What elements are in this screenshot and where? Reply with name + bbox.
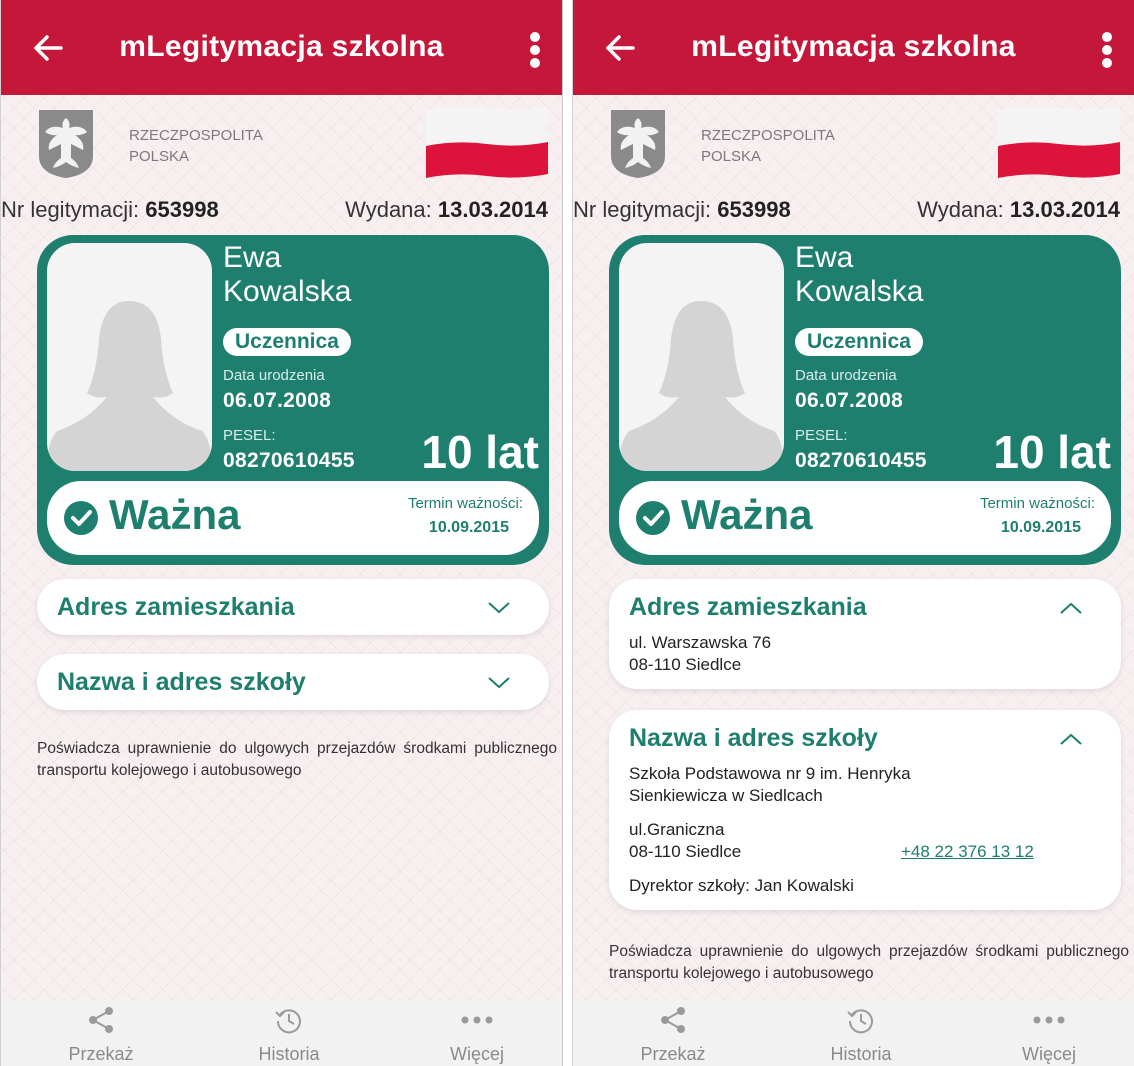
birth-date-value: 06.07.2008 (223, 389, 332, 412)
screen-collapsed: mLegitymacja szkolna RZECZPOSPOLITA POLS… (0, 0, 563, 1066)
validity-status: Ważna (109, 491, 241, 538)
validity-panel: Ważna Termin ważności: 10.09.2015 (619, 481, 1111, 555)
expiry-value: 10.09.2015 (428, 519, 509, 536)
entitlement-note: Poświadcza uprawnienie do ulgowych przej… (609, 943, 1129, 982)
share-icon (661, 1007, 685, 1033)
age-value: 10 lat (993, 426, 1111, 478)
bottom-nav: Przekaż Historia Więcej (573, 1000, 1134, 1066)
screen-expanded: mLegitymacja szkolna RZECZPOSPOLITA POLS… (572, 0, 1134, 1066)
address-accordion[interactable]: Adres zamieszkania ul. Warszawska 76 08-… (609, 579, 1121, 689)
school-city: 08-110 Siedlce (629, 842, 742, 861)
age-value: 10 lat (421, 426, 539, 478)
poland-flag-icon (426, 106, 548, 178)
school-director: Dyrektor szkoły: Jan Kowalski (629, 876, 854, 895)
country-name: RZECZPOSPOLITA POLSKA (129, 127, 263, 165)
nav-history[interactable]: Historia (229, 1006, 349, 1065)
entitlement-note: Poświadcza uprawnienie do ulgowych przej… (37, 740, 557, 779)
birth-date-label: Data urodzenia (795, 367, 897, 384)
school-phone-link[interactable]: +48 22 376 13 12 (901, 842, 1034, 862)
poland-flag-icon (998, 106, 1120, 178)
student-name: Ewa Kowalska (795, 241, 924, 308)
nav-share[interactable]: Przekaż (613, 1006, 733, 1065)
pesel-label: PESEL: (223, 427, 276, 444)
eagle-emblem-icon (39, 110, 93, 178)
school-accordion[interactable]: Nazwa i adres szkoły Szkoła Podstawowa n… (609, 710, 1121, 910)
id-card: Ewa Kowalska Uczennica Data urodzenia 06… (609, 235, 1121, 565)
nav-more[interactable]: Więcej (417, 1006, 537, 1065)
more-dots-icon (1033, 1016, 1065, 1024)
address-street: ul. Warszawska 76 (629, 633, 772, 652)
address-city: 08-110 Siedlce (629, 655, 742, 674)
screen-divider (563, 0, 572, 1066)
app-bar: mLegitymacja szkolna (1, 0, 562, 95)
school-name-line2: Sienkiewicza w Siedlcach (629, 786, 823, 805)
school-title: Nazwa i adres szkoły (629, 724, 878, 752)
student-photo (47, 243, 212, 471)
address-title: Adres zamieszkania (57, 593, 295, 621)
eagle-emblem-icon (611, 110, 665, 178)
chevron-down-icon[interactable] (487, 601, 511, 615)
id-number: Nr legitymacji: 653998 (1, 197, 219, 222)
validity-status: Ważna (681, 491, 813, 538)
share-icon (89, 1007, 113, 1033)
pesel-label: PESEL: (795, 427, 848, 444)
pesel-value: 08270610455 (223, 449, 355, 472)
check-circle-icon (64, 501, 98, 535)
student-name: Ewa Kowalska (223, 241, 352, 308)
role-badge: Uczennica (223, 328, 351, 356)
history-icon (275, 1009, 301, 1034)
app-title: mLegitymacja szkolna (691, 30, 1016, 63)
role-badge: Uczennica (795, 328, 923, 356)
nav-history[interactable]: Historia (801, 1006, 921, 1065)
chevron-up-icon[interactable] (1059, 732, 1083, 746)
country-name: RZECZPOSPOLITA POLSKA (701, 127, 835, 165)
birth-date-label: Data urodzenia (223, 367, 325, 384)
expiry-label: Termin ważności: (979, 495, 1095, 512)
app-title: mLegitymacja szkolna (119, 30, 444, 63)
validity-panel: Ważna Termin ważności: 10.09.2015 (47, 481, 539, 555)
kebab-menu-icon[interactable] (1094, 30, 1120, 70)
id-number: Nr legitymacji: 653998 (573, 197, 791, 222)
nav-share[interactable]: Przekaż (41, 1006, 161, 1065)
expiry-value: 10.09.2015 (1000, 519, 1081, 536)
chevron-down-icon[interactable] (487, 676, 511, 690)
check-circle-icon (636, 501, 670, 535)
history-icon (847, 1009, 873, 1034)
pesel-value: 08270610455 (795, 449, 927, 472)
birth-date-value: 06.07.2008 (795, 389, 904, 412)
person-silhouette-icon (47, 301, 212, 471)
expiry-label: Termin ważności: (407, 495, 523, 512)
kebab-menu-icon[interactable] (522, 30, 548, 70)
chevron-up-icon[interactable] (1059, 601, 1083, 615)
bottom-nav: Przekaż Historia Więcej (1, 1000, 562, 1066)
issue-date: Wydana: 13.03.2014 (345, 197, 548, 222)
issue-date: Wydana: 13.03.2014 (917, 197, 1120, 222)
school-name-line1: Szkoła Podstawowa nr 9 im. Henryka (629, 764, 911, 783)
app-bar: mLegitymacja szkolna (573, 0, 1134, 95)
id-card: Ewa Kowalska Uczennica Data urodzenia 06… (37, 235, 549, 565)
more-dots-icon (461, 1016, 493, 1024)
student-photo (619, 243, 784, 471)
nav-more[interactable]: Więcej (989, 1006, 1109, 1065)
person-silhouette-icon (619, 301, 784, 471)
address-title: Adres zamieszkania (629, 593, 867, 621)
school-accordion[interactable]: Nazwa i adres szkoły (37, 654, 549, 710)
address-accordion[interactable]: Adres zamieszkania (37, 579, 549, 635)
school-title: Nazwa i adres szkoły (57, 668, 306, 696)
school-street: ul.Graniczna (629, 820, 725, 839)
